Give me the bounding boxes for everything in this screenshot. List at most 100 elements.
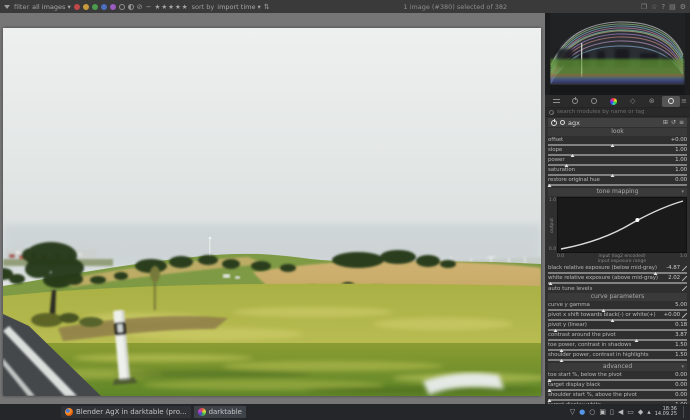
color-label-purple[interactable] (110, 4, 116, 10)
slider-track[interactable] (548, 348, 687, 352)
color-picker-icon[interactable] (682, 313, 687, 318)
tab-technical-group[interactable] (662, 96, 680, 107)
tray-icon-7[interactable]: ◆ (638, 408, 643, 416)
enable-power-icon[interactable] (551, 120, 557, 126)
taskbar-window-browser[interactable]: Blender AgX in darktable (pro... (61, 406, 191, 418)
show-desktop-button[interactable] (683, 406, 687, 418)
color-picker-icon[interactable] (682, 276, 687, 281)
curve-plot-area[interactable] (557, 197, 687, 253)
reset-icon[interactable]: ↺ (671, 120, 676, 126)
slider-power[interactable]: power1.00 (548, 157, 687, 167)
chevron-down-icon[interactable]: ▾ (681, 363, 684, 371)
tab-presets[interactable] (547, 96, 565, 107)
panels-icon[interactable]: ❐ (641, 3, 647, 11)
color-label-yellow[interactable] (83, 4, 89, 10)
slider-toe-start[interactable]: toe start %, below the pivot0.00 (548, 372, 687, 382)
slider-shoulder-start[interactable]: shoulder start %, above the pivot0.00 (548, 392, 687, 402)
window-title: darktable (209, 408, 242, 416)
slider-track[interactable] (548, 328, 687, 332)
volume-icon[interactable]: ◀ (618, 408, 623, 416)
slider-track[interactable] (548, 163, 687, 167)
multi-instance-icon[interactable]: ⊞ (663, 120, 668, 126)
chevron-down-icon[interactable]: ▾ (681, 188, 684, 196)
slider-restore-hue[interactable]: restore original hue0.00 (548, 177, 687, 187)
tray-expand-icon[interactable]: ▴ (647, 408, 651, 416)
slider-track[interactable] (548, 388, 687, 392)
system-tray: ▽ ● ○ ▣ ▯ ◀ ▭ ◆ ▴ 18:36 14.09.25 (570, 406, 687, 418)
circle-icon (591, 98, 597, 104)
color-picker-icon[interactable] (682, 266, 687, 271)
tray-icon-2[interactable]: ○ (589, 408, 595, 416)
slider-track[interactable] (548, 398, 687, 402)
filter-dropdown[interactable]: all images ▾ (32, 3, 71, 11)
module-header[interactable]: agx ⊞ ↺ ≡ (548, 118, 687, 127)
hamburger-icon[interactable]: ≡ (681, 97, 688, 105)
sort-direction-icon[interactable]: ⇅ (264, 3, 270, 11)
slider-track[interactable] (548, 153, 687, 157)
tab-active-modules[interactable] (566, 96, 584, 107)
star-rating[interactable]: ★★★★★ (155, 3, 189, 11)
clock[interactable]: 18:36 14.09.25 (655, 407, 677, 418)
auto-tune-levels[interactable]: auto tune levels (548, 285, 687, 292)
gear-icon[interactable]: ⚙ (680, 3, 686, 11)
right-panel: ◇ ⊛ ≡ search modules by name or tag agx … (545, 13, 690, 404)
slider-offset[interactable]: offset+0.00 (548, 137, 687, 147)
slider-track[interactable] (548, 358, 687, 362)
module-search[interactable]: search modules by name or tag (545, 108, 690, 117)
slider-contrast-pivot[interactable]: contrast around the pivot3.87 (548, 332, 687, 342)
color-label-green[interactable] (92, 4, 98, 10)
color-label-any[interactable] (128, 4, 134, 10)
tray-icon-4[interactable]: ▯ (610, 408, 614, 416)
slider-black-exposure[interactable]: black relative exposure (below mid-gray)… (548, 265, 687, 275)
taskbar-window-darktable[interactable]: darktable (194, 406, 246, 418)
tab-effects-group[interactable]: ⊛ (643, 96, 661, 107)
slider-toe-power[interactable]: toe power, contrast in shadows1.50 (548, 342, 687, 352)
slider-track[interactable] (548, 338, 687, 342)
tab-correct-group[interactable]: ◇ (624, 96, 642, 107)
slider-slope[interactable]: slope1.00 (548, 147, 687, 157)
color-label-blue[interactable] (101, 4, 107, 10)
slider-curve-gamma[interactable]: curve y gamma5.00 (548, 302, 687, 312)
tab-color-group[interactable] (604, 96, 622, 107)
tray-icon-1[interactable]: ● (579, 408, 585, 416)
tone-curve-graph[interactable]: 1.0 output 0.0 (548, 197, 687, 253)
pivot-point[interactable] (635, 218, 639, 222)
tray-icon-0[interactable]: ▽ (570, 408, 575, 416)
waveform-scope[interactable] (545, 13, 690, 95)
rating-dash-icon[interactable]: − (146, 3, 152, 11)
slider-pivot-x[interactable]: pivot x shift towards black(-) or white(… (548, 312, 687, 322)
color-label-none[interactable] (119, 4, 125, 10)
slider-track[interactable] (548, 183, 687, 187)
presets-icon[interactable]: ≡ (679, 120, 684, 126)
display-icon[interactable]: ▭ (627, 408, 634, 416)
slider-track[interactable] (548, 308, 687, 312)
darktable-window: filter all images ▾ ⊘ − ★★★★★ sort by im… (0, 0, 690, 420)
photo-landscape[interactable] (3, 28, 541, 396)
favorite-icon[interactable]: ☆ (651, 3, 657, 11)
slider-pivot-y[interactable]: pivot y (linear)0.18 (548, 322, 687, 332)
reject-icon[interactable]: ⊘ (137, 3, 143, 11)
window-title: Blender AgX in darktable (pro... (76, 408, 187, 416)
slider-target-black[interactable]: target display black0.00 (548, 382, 687, 392)
tab-basic-group[interactable] (585, 96, 603, 107)
slider-track[interactable] (548, 281, 687, 285)
slider-track[interactable] (548, 173, 687, 177)
slider-saturation[interactable]: saturation1.00 (548, 167, 687, 177)
darkroom-canvas (0, 13, 545, 404)
color-label-red[interactable] (74, 4, 80, 10)
shortcuts-icon[interactable]: ▤ (669, 3, 676, 11)
slider-track[interactable] (548, 143, 687, 147)
tray-icon-3[interactable]: ▣ (599, 408, 606, 416)
search-placeholder: search modules by name or tag (557, 109, 644, 115)
section-advanced[interactable]: advanced▾ (548, 363, 687, 371)
slider-track[interactable] (548, 271, 687, 275)
sort-dropdown[interactable]: import time ▾ (217, 3, 261, 11)
slider-track[interactable] (548, 378, 687, 382)
slider-white-exposure[interactable]: white relative exposure (above mid-gray)… (548, 275, 687, 285)
color-picker-icon[interactable] (682, 286, 687, 291)
filter-funnel-icon (4, 5, 10, 9)
slider-shoulder-power[interactable]: shoulder power, contrast in highlights1.… (548, 352, 687, 362)
slider-track[interactable] (548, 318, 687, 322)
help-icon[interactable]: ? (661, 3, 665, 11)
section-tone-mapping[interactable]: tone mapping▾ (548, 188, 687, 196)
